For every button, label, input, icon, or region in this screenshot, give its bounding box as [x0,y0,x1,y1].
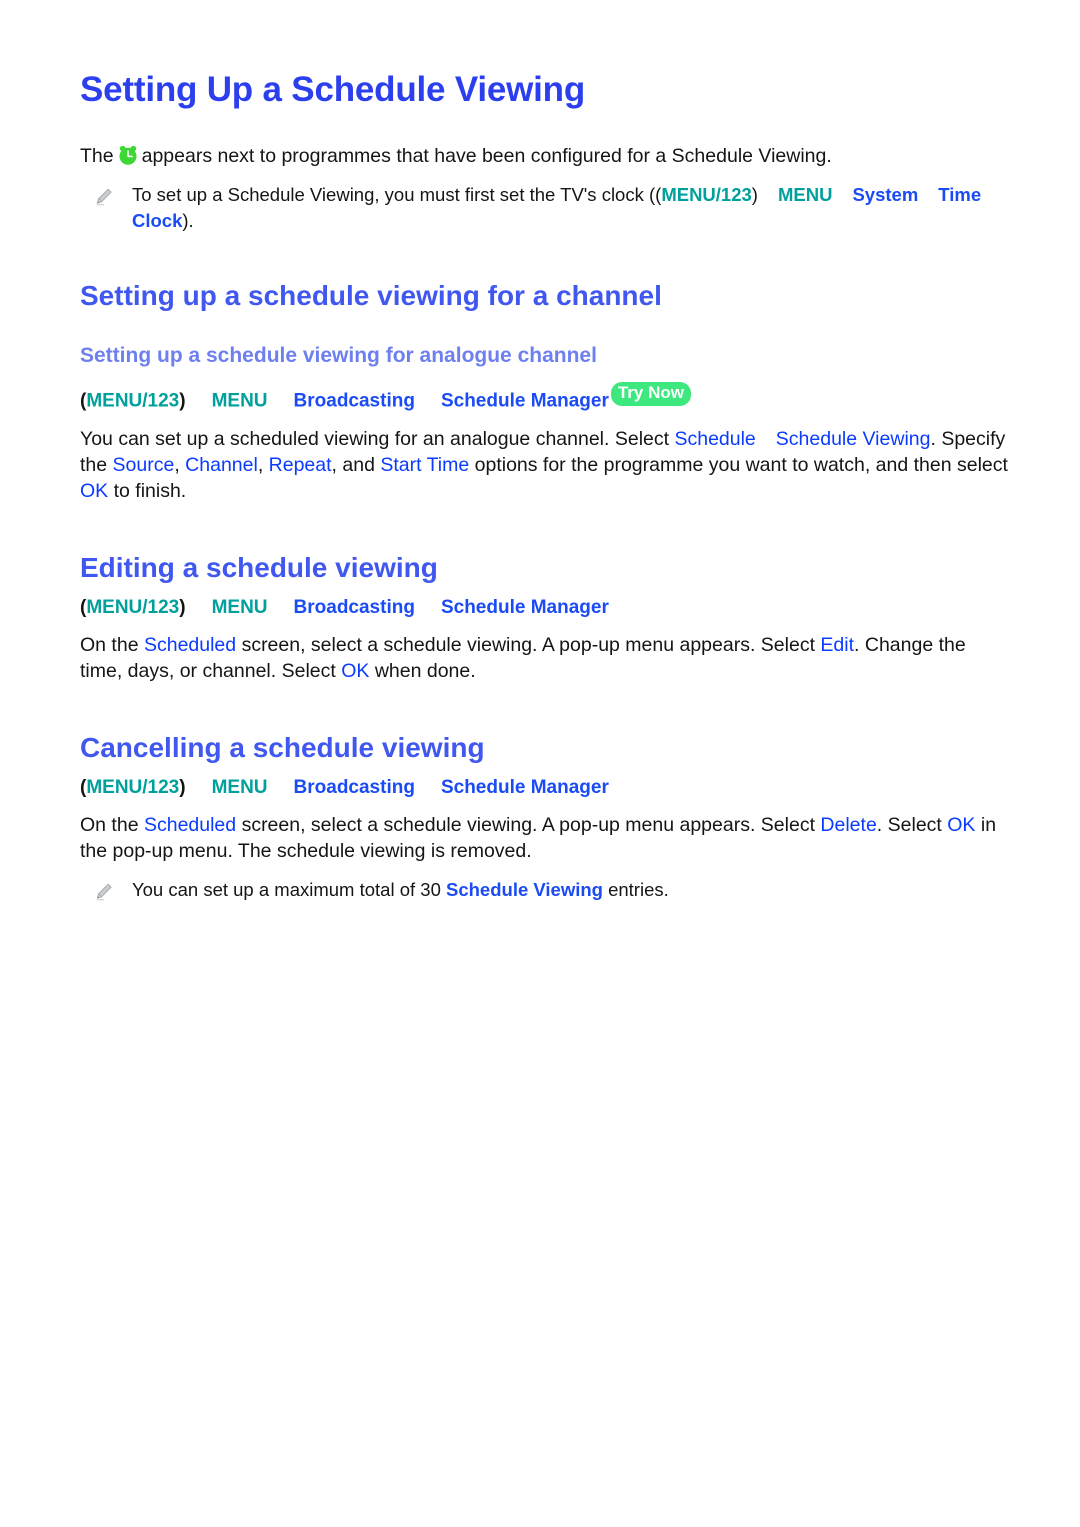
pencil-icon [94,881,114,903]
menu-token: MENU [211,596,268,618]
text-run: screen, select a schedule viewing. A pop… [241,814,815,837]
menu123-token: MENU/123 [86,776,180,798]
menu123-token: MENU/123 [661,184,752,206]
keyword-edit: Edit [820,634,855,657]
keyword-repeat: Repeat [268,454,332,477]
text-run: when done. [374,660,476,683]
note-text: You can set up a maximum total of 30 Sch… [132,877,669,903]
keyword-ok: OK [341,660,370,683]
menu123-token: MENU/123 [86,596,180,618]
text-run: , [257,454,264,477]
time-token: Time [938,184,982,206]
alarm-clock-icon [117,144,139,166]
keyword-ok: OK [80,480,109,503]
intro-text-before: The [80,145,114,168]
keyword-channel: Channel [185,454,258,477]
text-run: . [930,428,936,451]
note-row-clock-setup: To set up a Schedule Viewing, you must f… [80,182,1008,233]
keyword-ok: OK [947,814,976,837]
keyword-schedule-viewing: Schedule Viewing [446,879,603,901]
clock-token: Clock [132,209,183,231]
close-paren: ) [179,390,186,412]
text-run: screen, select a schedule viewing. A pop… [241,634,815,657]
text-run: to finish. [113,480,187,503]
broadcasting-token: Broadcasting [293,390,415,412]
intro-paragraph: The appears next to programmes that have… [80,144,1008,170]
menu-token: MENU [211,390,268,412]
breadcrumb-editing: (MENU/123) MENU Broadcasting Schedule Manag… [80,595,1008,622]
menu123-token: MENU/123 [86,390,180,412]
keyword-schedule-viewing: Schedule Viewing [775,428,931,451]
page-title: Setting Up a Schedule Viewing [80,70,586,109]
text-run: , and [331,454,375,477]
keyword-scheduled: Scheduled [143,814,237,837]
section-subheading-analogue: Setting up a schedule viewing for analog… [80,343,597,367]
broadcasting-token: Broadcasting [293,596,415,618]
breadcrumb-cancelling: (MENU/123) MENU Broadcasting Schedule Manag… [80,775,1008,802]
schedule-manager-token: Schedule Manager [440,390,609,412]
paragraph-analogue-setup: You can set up a scheduled viewing for a… [80,427,1008,505]
broadcasting-token: Broadcasting [293,776,415,798]
note-row-max-entries: You can set up a maximum total of 30 Sch… [80,877,1008,903]
try-now-badge[interactable]: Try Now [610,381,691,406]
text-run: options for the programme you want to wa… [474,454,871,477]
pencil-icon [94,186,114,208]
breadcrumb-analogue: (MENU/123) MENU Broadcasting Schedule Manag… [80,381,1008,415]
text-run: entries. [608,879,669,901]
close-paren: ) [179,776,186,798]
note-text-before: To set up a Schedule Viewing, you must f… [132,184,662,206]
note-text: To set up a Schedule Viewing, you must f… [132,182,1008,233]
keyword-scheduled: Scheduled [143,634,237,657]
close-paren: ) [179,596,186,618]
keyword-delete: Delete [820,814,877,837]
intro-text-after: appears next to programmes that have bee… [141,145,832,168]
text-run: You can set up a maximum total of 30 [132,879,441,901]
note-text-after: ). [182,209,194,231]
keyword-start-time: Start Time [380,454,470,477]
paragraph-cancelling: On the Scheduled screen, select a schedu… [80,813,1008,865]
text-run: On the [80,634,139,657]
system-token: System [852,184,919,206]
document-page: Setting Up a Schedule Viewing The appear… [0,0,1080,1527]
menu-token: MENU [777,184,833,206]
section-heading-cancelling: Cancelling a schedule viewing [80,732,485,764]
keyword-source: Source [112,454,175,477]
paragraph-editing: On the Scheduled screen, select a schedu… [80,633,1008,685]
schedule-manager-token: Schedule Manager [440,596,609,618]
close-paren: ) [751,184,758,206]
text-run: You can set up a scheduled viewing for a… [80,428,670,451]
text-run: . Select [876,814,942,837]
schedule-manager-token: Schedule Manager [440,776,609,798]
section-heading-editing: Editing a schedule viewing [80,552,438,584]
keyword-schedule: Schedule [674,428,756,451]
text-run: and then select [875,454,1008,477]
text-run: , [174,454,180,477]
text-run: On the [80,814,139,837]
section-heading-channel: Setting up a schedule viewing for a chan… [80,280,662,312]
menu-token: MENU [211,776,268,798]
